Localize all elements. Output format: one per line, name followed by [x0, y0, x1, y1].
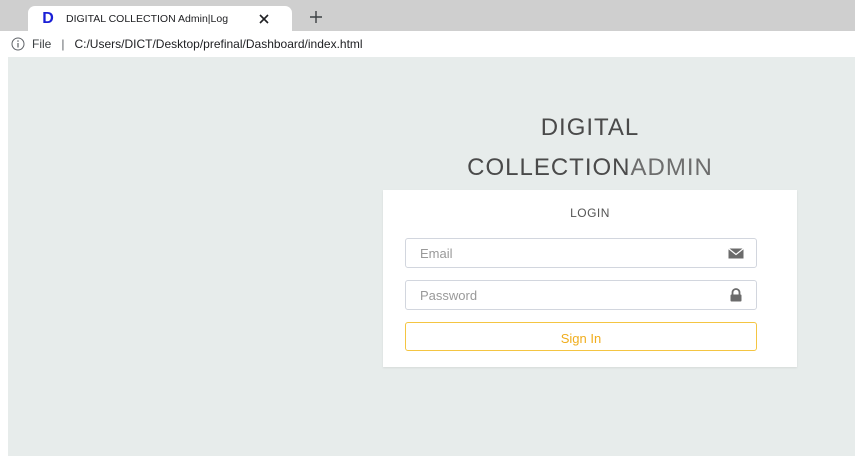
app-brand: DIGITAL COLLECTIONADMIN	[391, 108, 789, 188]
url-text[interactable]: C:/Users/DICT/Desktop/prefinal/Dashboard…	[74, 37, 362, 51]
brand-line-1: DIGITAL	[540, 114, 640, 141]
close-icon[interactable]	[256, 11, 272, 27]
envelope-icon	[728, 246, 744, 260]
browser-window: D DIGITAL COLLECTION Admin|Log File | C:…	[0, 0, 855, 456]
tab-strip: D DIGITAL COLLECTION Admin|Log	[0, 0, 855, 31]
login-card: LOGIN Sign In	[383, 190, 797, 367]
tab-active[interactable]: D DIGITAL COLLECTION Admin|Log	[28, 6, 292, 31]
scheme-label: File	[32, 37, 52, 51]
password-field-wrapper	[405, 280, 757, 310]
brand-bold: COLLECTION	[467, 154, 631, 181]
site-favicon: D	[42, 9, 54, 27]
plus-icon	[310, 11, 322, 23]
address-separator: |	[61, 37, 65, 51]
email-field-wrapper	[405, 238, 757, 268]
address-bar[interactable]: File | C:/Users/DICT/Desktop/prefinal/Da…	[0, 31, 855, 57]
password-input[interactable]	[406, 281, 720, 309]
tab-title: DIGITAL COLLECTION Admin|Log	[66, 12, 229, 25]
lock-icon	[728, 288, 744, 302]
brand-line-2: COLLECTIONADMIN	[391, 148, 789, 188]
sign-in-button[interactable]: Sign In	[405, 322, 757, 351]
brand-light: ADMIN	[630, 154, 713, 181]
login-title: LOGIN	[570, 206, 610, 220]
email-input[interactable]	[406, 239, 720, 267]
info-icon[interactable]	[11, 37, 25, 51]
new-tab-button[interactable]	[305, 6, 327, 28]
